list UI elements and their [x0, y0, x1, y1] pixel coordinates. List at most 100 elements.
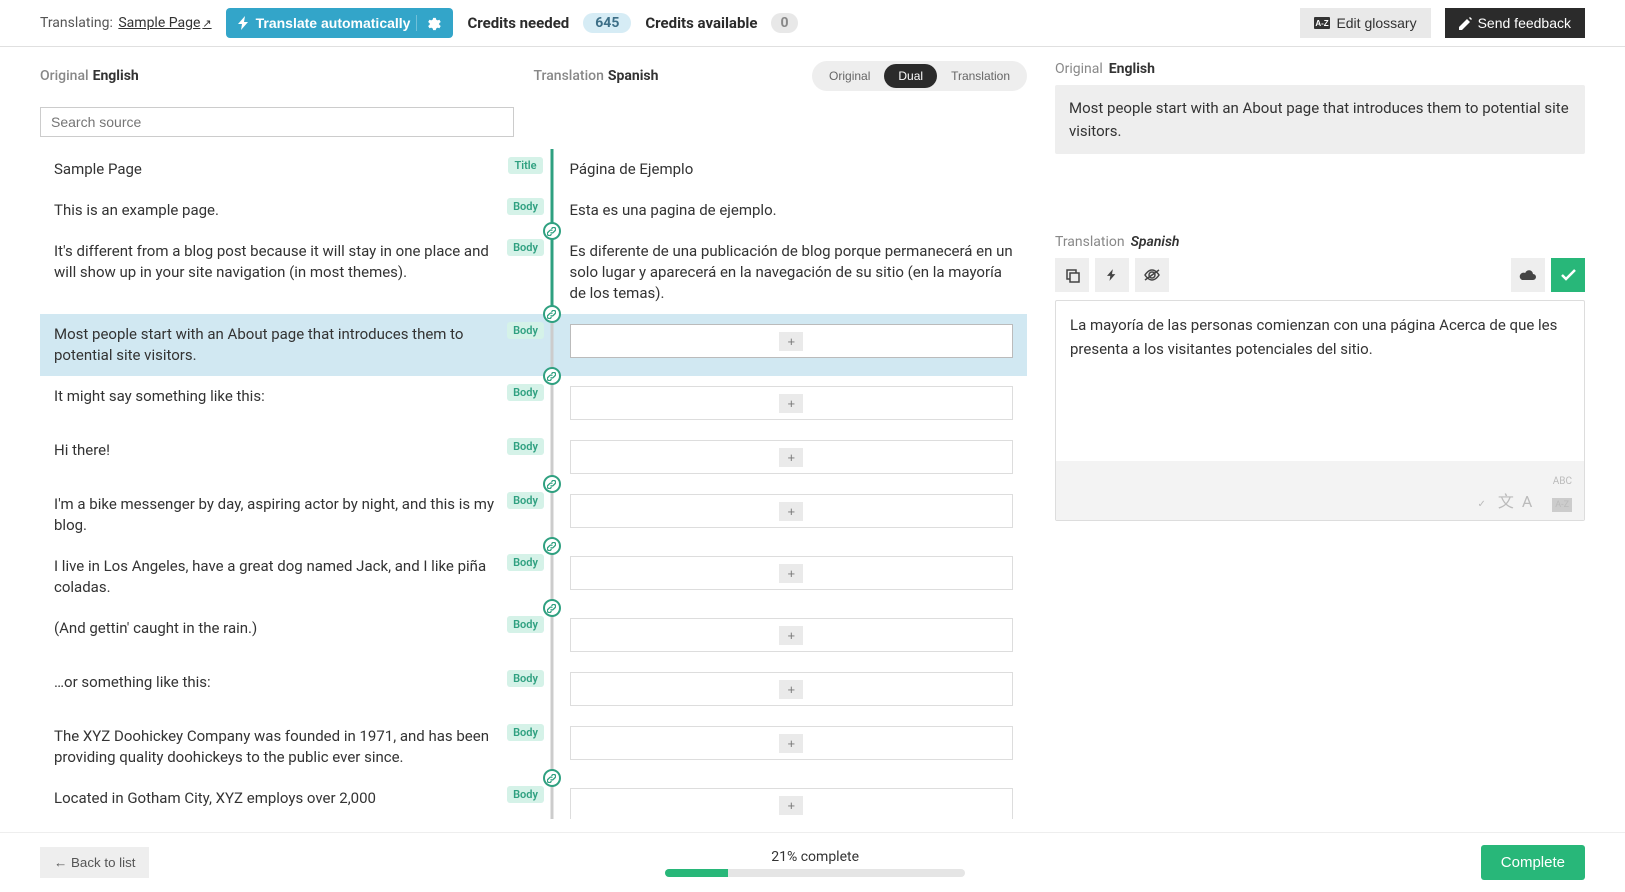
complete-button[interactable]: Complete [1481, 845, 1585, 880]
target-cell[interactable]: + [560, 484, 1028, 546]
source-text[interactable]: I'm a bike messenger by day, aspiring ac… [40, 484, 508, 546]
target-input-box[interactable]: + [570, 324, 1014, 358]
hide-button[interactable] [1135, 258, 1169, 292]
target-cell[interactable]: Esta es una pagina de ejemplo. [560, 190, 1028, 231]
target-input-box[interactable]: + [570, 672, 1014, 706]
link-icon[interactable] [543, 367, 561, 385]
back-to-list-button[interactable]: ← Back to list [40, 847, 149, 878]
source-text[interactable]: The XYZ Doohickey Company was founded in… [40, 716, 508, 778]
segment-row[interactable]: The XYZ Doohickey Company was founded in… [40, 716, 1027, 778]
target-input-box[interactable]: + [570, 726, 1014, 760]
add-translation-button[interactable]: + [779, 332, 803, 351]
target-cell[interactable]: + [560, 314, 1028, 376]
segment-row[interactable]: I live in Los Angeles, have a great dog … [40, 546, 1027, 608]
source-text[interactable]: I live in Los Angeles, have a great dog … [40, 546, 508, 608]
target-cell[interactable]: + [560, 608, 1028, 662]
target-input-box[interactable]: + [570, 556, 1014, 590]
segment-row[interactable]: This is an example page.BodyEsta es una … [40, 190, 1027, 231]
target-input-box[interactable]: + [570, 494, 1014, 528]
translating-label: Translating: Sample Page↗ [40, 15, 212, 31]
page-link[interactable]: Sample Page↗ [118, 15, 211, 31]
segment-row[interactable]: Sample PageTitle Página de Ejemplo [40, 149, 1027, 190]
check-icon [1561, 269, 1576, 281]
segment-tag: Body [507, 554, 544, 571]
link-icon[interactable] [543, 599, 561, 617]
target-cell[interactable]: + [560, 430, 1028, 484]
view-translation-button[interactable]: Translation [937, 64, 1024, 88]
segment-tag: Body [507, 670, 544, 687]
search-input[interactable] [40, 107, 514, 137]
segment-tag: Body [507, 239, 544, 256]
add-translation-button[interactable]: + [779, 502, 803, 521]
add-translation-button[interactable]: + [779, 680, 803, 699]
add-translation-button[interactable]: + [779, 796, 803, 815]
segment-tag: Body [507, 492, 544, 509]
source-text[interactable]: Hi there! [40, 430, 508, 484]
target-cell[interactable]: + [560, 778, 1028, 819]
confirm-button[interactable] [1551, 258, 1585, 292]
add-translation-button[interactable]: + [779, 564, 803, 583]
link-icon[interactable] [543, 537, 561, 555]
glossary-small-icon[interactable]: A-Z [1552, 498, 1572, 512]
source-text[interactable]: This is an example page. [40, 190, 508, 231]
footer: ← Back to list 21% complete Complete [0, 832, 1625, 892]
target-cell[interactable]: Página de Ejemplo [560, 149, 1028, 190]
send-feedback-button[interactable]: Send feedback [1445, 8, 1585, 38]
segment-row[interactable]: It's different from a blog post because … [40, 231, 1027, 314]
source-text[interactable]: Sample Page [40, 149, 508, 190]
translate-automatically-button[interactable]: Translate automatically [226, 8, 454, 38]
eye-slash-icon [1143, 268, 1161, 282]
glossary-icon: A-Z [1314, 17, 1330, 29]
target-cell[interactable]: Es diferente de una publicación de blog … [560, 231, 1028, 314]
target-input-box[interactable]: + [570, 618, 1014, 652]
segment-row[interactable]: Most people start with an About page tha… [40, 314, 1027, 376]
target-cell[interactable]: + [560, 716, 1028, 778]
view-original-button[interactable]: Original [815, 64, 884, 88]
segment-row[interactable]: (And gettin' caught in the rain.)Body+ [40, 608, 1027, 662]
translate-icon[interactable]: 文A [1498, 492, 1540, 511]
progress-wrap: 21% complete [149, 849, 1480, 877]
target-input-box[interactable]: + [570, 386, 1014, 420]
target-input-box[interactable]: + [570, 440, 1014, 474]
link-icon[interactable] [543, 222, 561, 240]
cloud-button[interactable] [1511, 258, 1545, 292]
view-dual-button[interactable]: Dual [884, 64, 937, 88]
add-translation-button[interactable]: + [779, 626, 803, 645]
target-cell[interactable]: + [560, 546, 1028, 608]
edit-glossary-button[interactable]: A-Z Edit glossary [1300, 8, 1430, 38]
view-toggle: Original Dual Translation [812, 61, 1027, 91]
gear-icon[interactable] [416, 15, 441, 31]
link-icon[interactable] [543, 305, 561, 323]
add-translation-button[interactable]: + [779, 734, 803, 753]
external-link-icon: ↗ [202, 17, 211, 30]
editor-text[interactable]: La mayoría de las personas comienzan con… [1056, 301, 1584, 461]
segment-tag: Body [507, 322, 544, 339]
translation-editor[interactable]: La mayoría de las personas comienzan con… [1055, 300, 1585, 521]
source-text[interactable]: Most people start with an About page tha… [40, 314, 508, 376]
main-area: Original English Translation Spanish Ori… [0, 47, 1625, 819]
detail-original-label: Original [1055, 61, 1103, 77]
copy-source-button[interactable] [1055, 258, 1089, 292]
segment-row[interactable]: I'm a bike messenger by day, aspiring ac… [40, 484, 1027, 546]
pencil-icon [1459, 17, 1472, 30]
source-text[interactable]: It's different from a blog post because … [40, 231, 508, 314]
source-text[interactable]: Located in Gotham City, XYZ employs over… [40, 778, 508, 819]
credits-needed-label: Credits needed [467, 14, 569, 32]
target-cell[interactable]: + [560, 662, 1028, 716]
segment-row[interactable]: It might say something like this:Body+ [40, 376, 1027, 430]
source-text[interactable]: …or something like this: [40, 662, 508, 716]
source-text[interactable]: (And gettin' caught in the rain.) [40, 608, 508, 662]
add-translation-button[interactable]: + [779, 394, 803, 413]
target-input-box[interactable]: + [570, 788, 1014, 819]
target-cell[interactable]: + [560, 376, 1028, 430]
segment-row[interactable]: Located in Gotham City, XYZ employs over… [40, 778, 1027, 819]
machine-translate-button[interactable] [1095, 258, 1129, 292]
segment-tag: Title [508, 157, 542, 174]
segment-row[interactable]: …or something like this:Body + [40, 662, 1027, 716]
translation-header-label: Translation [534, 68, 604, 84]
link-icon[interactable] [543, 475, 561, 493]
add-translation-button[interactable]: + [779, 448, 803, 467]
link-icon[interactable] [543, 769, 561, 787]
segment-row[interactable]: Hi there!Body+ [40, 430, 1027, 484]
source-text[interactable]: It might say something like this: [40, 376, 508, 430]
